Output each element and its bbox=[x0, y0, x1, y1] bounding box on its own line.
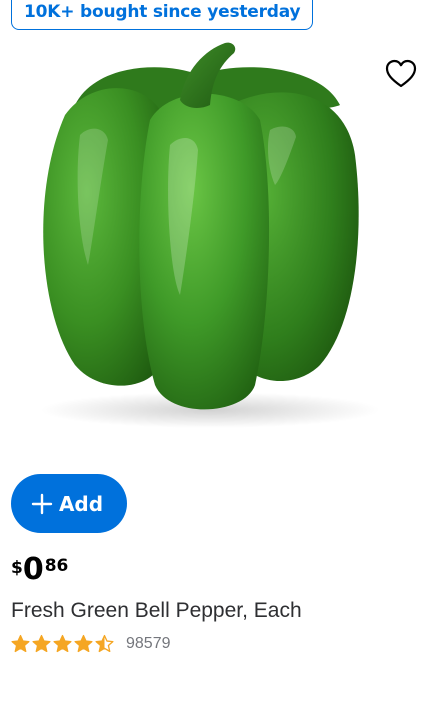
product-price: $ 0 86 bbox=[11, 552, 68, 588]
add-to-cart-button[interactable]: Add bbox=[11, 474, 127, 533]
rating-stars bbox=[11, 634, 114, 653]
favorite-button[interactable] bbox=[383, 56, 419, 92]
social-proof-badge: 10K+ bought since yesterday bbox=[11, 0, 314, 30]
plus-icon bbox=[31, 493, 53, 514]
review-count: 98579 bbox=[126, 634, 171, 652]
product-image bbox=[40, 42, 380, 428]
star-half-icon bbox=[95, 634, 114, 653]
product-rating[interactable]: 98579 bbox=[11, 634, 171, 653]
price-dollars: 0 bbox=[22, 552, 44, 587]
add-button-label: Add bbox=[58, 491, 104, 516]
heart-outline-icon bbox=[385, 59, 417, 88]
star-full-icon bbox=[32, 634, 51, 653]
star-full-icon bbox=[74, 634, 93, 653]
price-cents: 86 bbox=[44, 556, 69, 576]
price-currency: $ bbox=[11, 558, 23, 578]
badge-text: 10K+ bought since yesterday bbox=[24, 2, 301, 22]
product-title[interactable]: Fresh Green Bell Pepper, Each bbox=[11, 599, 302, 623]
star-full-icon bbox=[53, 634, 72, 653]
star-full-icon bbox=[11, 634, 30, 653]
